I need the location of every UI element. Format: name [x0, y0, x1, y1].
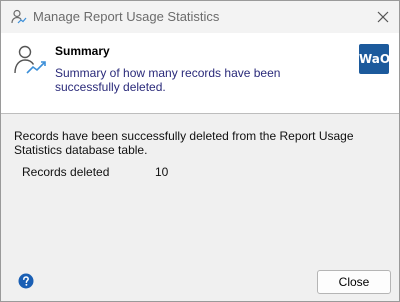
status-message: Records have been successfully deleted f… [14, 129, 354, 157]
user-chart-icon [11, 9, 27, 25]
user-chart-icon [13, 43, 47, 77]
dialog-window: Manage Report Usage Statistics Summary S… [0, 0, 400, 302]
records-deleted-value: 10 [155, 165, 169, 179]
title-bar: Manage Report Usage Statistics [1, 1, 399, 33]
window-title: Manage Report Usage Statistics [33, 9, 220, 24]
logo: WaO [359, 44, 390, 74]
header-title: Summary [55, 44, 110, 58]
close-button[interactable]: Close [317, 270, 391, 294]
header-description: Summary of how many records have been su… [55, 66, 281, 94]
records-deleted-label: Records deleted [22, 165, 110, 179]
close-icon[interactable] [375, 9, 391, 25]
header-panel: Summary Summary of how many records have… [1, 33, 399, 114]
help-icon[interactable] [18, 273, 34, 289]
